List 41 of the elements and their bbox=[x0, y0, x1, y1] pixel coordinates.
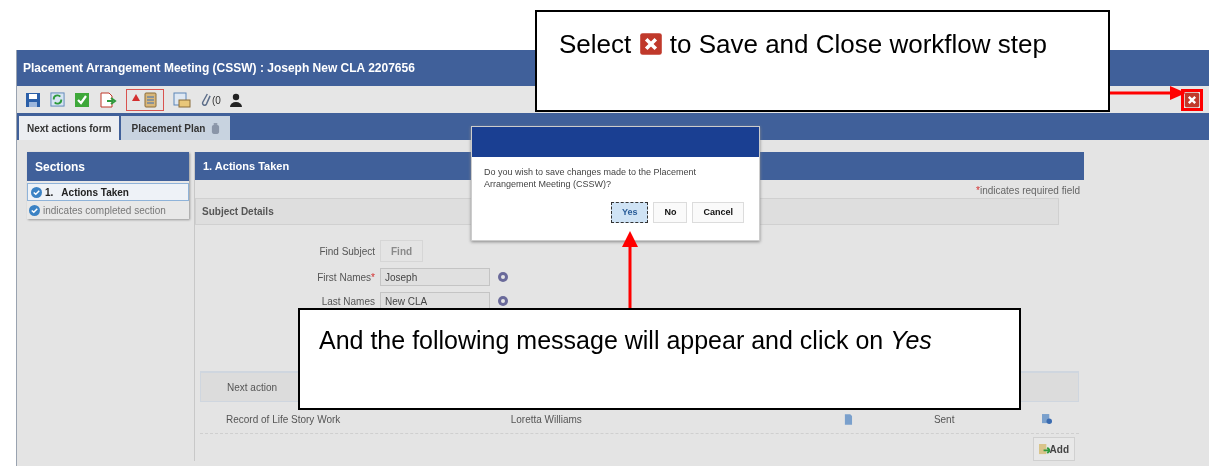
completed-legend: indicates completed section bbox=[43, 202, 166, 218]
text-field[interactable]: Joseph bbox=[380, 268, 490, 286]
callout-text: to Save and Close workflow step bbox=[669, 29, 1047, 59]
alert-clipboard-icon bbox=[132, 91, 158, 108]
save-close-icon[interactable] bbox=[638, 32, 663, 56]
subject-details-heading: Subject Details bbox=[202, 205, 274, 219]
section-item[interactable]: 1. Actions Taken bbox=[27, 183, 189, 201]
attachment-count: (0 bbox=[212, 94, 221, 108]
dialog-message: Do you wish to save changes made to the Placement Arrangement Meeting (CSSW)? bbox=[483, 166, 698, 190]
callout-text: And the following message will appear and click on Yes bbox=[319, 325, 933, 356]
field-label: First Names* bbox=[316, 270, 375, 285]
completed-icon bbox=[29, 204, 40, 216]
dialog-button[interactable]: No bbox=[653, 202, 688, 223]
alert-clipboard-button[interactable] bbox=[126, 88, 164, 111]
completed-icon bbox=[31, 186, 42, 198]
field-label: Find Subject bbox=[318, 244, 375, 259]
dialog-button[interactable]: Cancel bbox=[692, 202, 744, 223]
table-cell-text: Record of Life Story Work bbox=[226, 413, 342, 427]
export-icon[interactable] bbox=[99, 91, 117, 108]
add-button[interactable]: Add bbox=[1032, 437, 1075, 461]
required-note: *indicates required field bbox=[976, 184, 1080, 198]
save-close-button[interactable] bbox=[1184, 91, 1200, 108]
person-icon[interactable] bbox=[229, 92, 242, 107]
column-header: Next action bbox=[227, 380, 278, 395]
window-title: Placement Arrangement Meeting (CSSW) : Joseph New CLA 2207656 bbox=[23, 60, 415, 77]
check-icon[interactable] bbox=[74, 91, 90, 108]
tab[interactable]: Placement Plan bbox=[121, 116, 231, 140]
refresh-icon[interactable] bbox=[50, 92, 65, 107]
table-cell-text: Sent bbox=[933, 413, 956, 427]
form-envelope-icon[interactable] bbox=[173, 91, 191, 108]
callout-text: Select bbox=[559, 29, 632, 59]
sections-title: Sections bbox=[35, 158, 85, 176]
form-title: 1. Actions Taken bbox=[203, 158, 290, 174]
dialog-button[interactable]: Yes bbox=[610, 202, 649, 223]
tab[interactable]: Next actions form bbox=[19, 116, 120, 140]
table-cell-text: Loretta Williams bbox=[510, 413, 583, 427]
add-list-icon bbox=[1038, 443, 1050, 455]
paperclip-icon[interactable] bbox=[200, 91, 211, 108]
field-label: Last Names bbox=[320, 294, 375, 309]
save-icon[interactable] bbox=[25, 91, 41, 108]
document-icon[interactable] bbox=[843, 414, 853, 425]
